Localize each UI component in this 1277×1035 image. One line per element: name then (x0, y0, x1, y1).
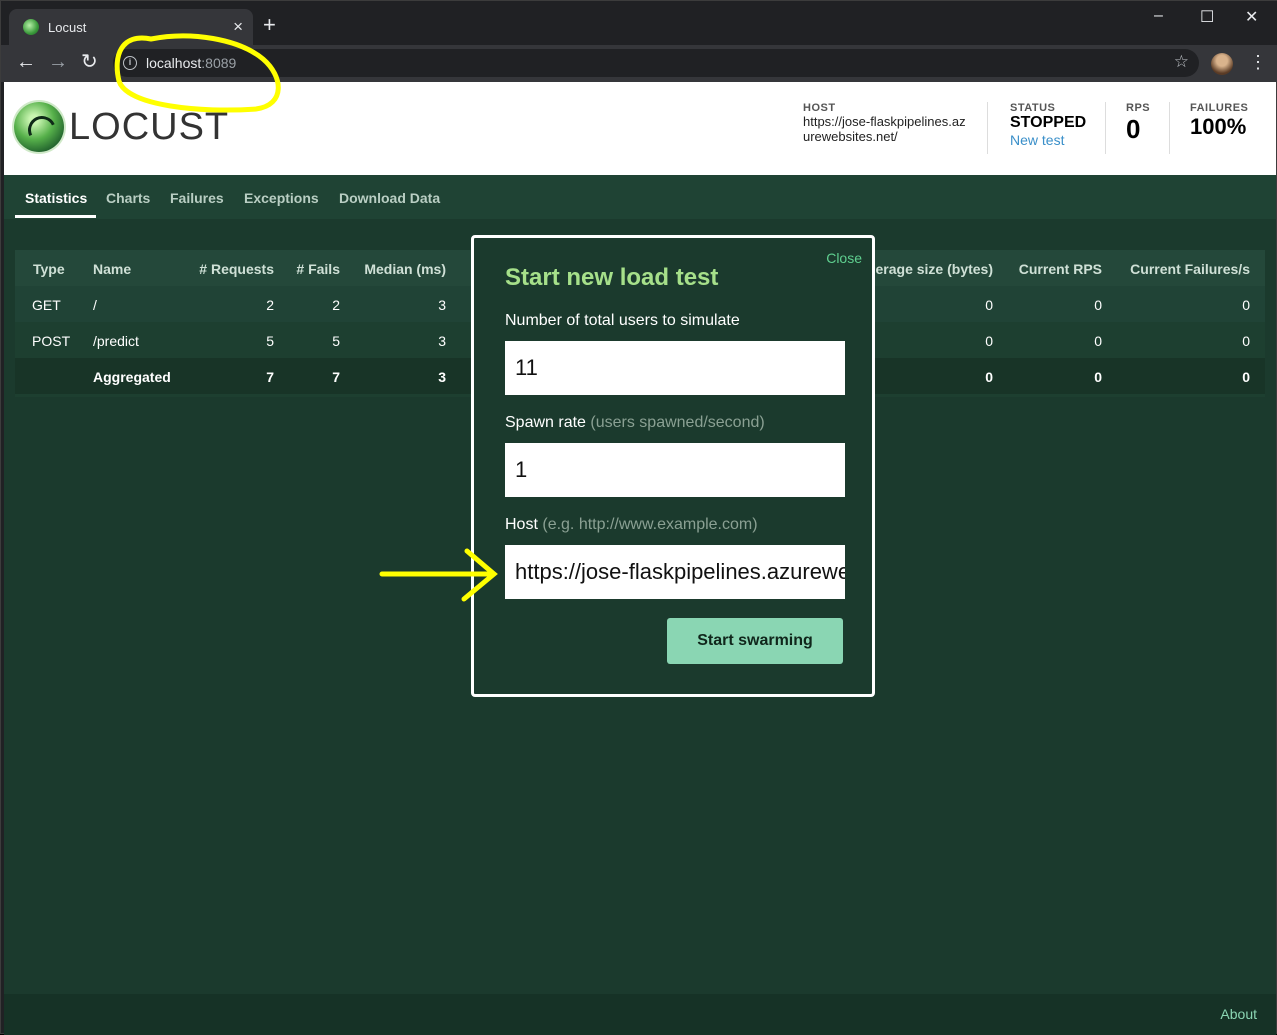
rps-label: RPS (1126, 102, 1151, 114)
rps-info: RPS 0 (1126, 102, 1150, 145)
host-label: HOST (803, 102, 836, 114)
cell-name: /predict (93, 333, 139, 349)
reload-icon[interactable]: ↻ (81, 51, 98, 73)
profile-avatar[interactable] (1211, 53, 1233, 75)
cell-fails: 5 (332, 333, 340, 349)
start-test-modal: Close Start new load test Number of tota… (471, 235, 875, 697)
failures-value: 100% (1190, 114, 1247, 139)
cell-rps: 0 (1094, 369, 1102, 385)
logo-text: LOCUST (69, 106, 230, 148)
close-modal-link[interactable]: Close (826, 250, 862, 266)
cell-avg-size: 0 (985, 297, 993, 313)
cell-type: GET (32, 297, 61, 313)
main-nav: Statistics Charts Failures Exceptions Do… (4, 175, 1276, 219)
cell-requests: 7 (266, 369, 274, 385)
cell-avg-size: 0 (985, 369, 993, 385)
spawn-rate-label: Spawn rate (users spawned/second) (505, 414, 765, 431)
spawn-rate-input[interactable]: 1 (505, 443, 845, 497)
browser-menu-icon[interactable]: ⋮ (1249, 52, 1267, 73)
users-input[interactable]: 11 (505, 341, 845, 395)
host-hint: (e.g. http://www.example.com) (542, 516, 758, 533)
browser-window: Locust × + – ☐ ✕ ← → ↻ i localhost:8089 … (0, 0, 1277, 1035)
col-current-rps[interactable]: Current RPS (1019, 261, 1102, 277)
browser-toolbar: ← → ↻ i localhost:8089 ☆ ⋮ (1, 45, 1277, 82)
site-info-icon[interactable]: i (123, 56, 137, 70)
cell-requests: 2 (266, 297, 274, 313)
spawn-rate-hint: (users spawned/second) (590, 414, 765, 431)
cell-median: 3 (438, 297, 446, 313)
bookmark-star-icon[interactable]: ☆ (1174, 52, 1189, 72)
rps-value: 0 (1126, 114, 1141, 144)
tab-download-data[interactable]: Download Data (339, 190, 440, 206)
cell-rps: 0 (1094, 333, 1102, 349)
page-footer: About (4, 994, 1276, 1035)
col-avg-size[interactable]: erage size (bytes) (876, 261, 994, 277)
address-bar[interactable]: i localhost:8089 ☆ (113, 49, 1199, 77)
minimize-icon[interactable]: – (1154, 7, 1163, 25)
app-header: LOCUST HOST https://jose-flaskpipelines.… (4, 82, 1276, 175)
col-requests[interactable]: # Requests (199, 261, 274, 277)
users-label: Number of total users to simulate (505, 312, 740, 329)
close-tab-icon[interactable]: × (233, 17, 243, 37)
header-divider (1169, 102, 1170, 154)
tab-exceptions[interactable]: Exceptions (244, 190, 319, 206)
col-median[interactable]: Median (ms) (364, 261, 446, 277)
failures-label: FAILURES (1190, 102, 1249, 114)
status-label: STATUS (1010, 102, 1056, 114)
cell-median: 3 (438, 369, 446, 385)
cell-median: 3 (438, 333, 446, 349)
tab-strip: Locust × + – ☐ ✕ (1, 1, 1277, 45)
back-icon[interactable]: ← (16, 51, 36, 73)
tab-title: Locust (48, 20, 87, 35)
cell-rps: 0 (1094, 297, 1102, 313)
tab-statistics[interactable]: Statistics (25, 190, 87, 206)
modal-title: Start new load test (505, 264, 719, 291)
active-tab-indicator (15, 215, 96, 218)
cell-failures-s: 0 (1242, 333, 1250, 349)
cell-requests: 5 (266, 333, 274, 349)
forward-icon[interactable]: → (48, 51, 68, 73)
about-link[interactable]: About (1220, 1006, 1257, 1022)
col-current-failures[interactable]: Current Failures/s (1130, 261, 1250, 277)
tab-failures[interactable]: Failures (170, 190, 224, 206)
cell-name: / (93, 297, 97, 313)
col-name[interactable]: Name (93, 261, 131, 277)
address-url[interactable]: localhost:8089 (146, 55, 236, 71)
maximize-icon[interactable]: ☐ (1200, 7, 1214, 27)
close-window-icon[interactable]: ✕ (1245, 7, 1258, 27)
cell-failures-s: 0 (1242, 369, 1250, 385)
host-input[interactable]: https://jose-flaskpipelines.azurewebsite… (505, 545, 845, 599)
status-value: STOPPED (1010, 114, 1087, 131)
cell-name: Aggregated (93, 369, 171, 385)
cell-fails: 7 (332, 369, 340, 385)
host-label: Host (e.g. http://www.example.com) (505, 516, 758, 533)
new-tab-button[interactable]: + (263, 14, 276, 36)
locust-logo-icon (14, 102, 64, 152)
cell-type: POST (32, 333, 71, 349)
tab-charts[interactable]: Charts (106, 190, 150, 206)
header-divider (987, 102, 988, 154)
col-fails[interactable]: # Fails (296, 261, 340, 277)
header-divider (1105, 102, 1106, 154)
browser-tab[interactable]: Locust × (9, 9, 253, 45)
start-swarming-button[interactable]: Start swarming (667, 618, 843, 664)
cell-fails: 2 (332, 297, 340, 313)
locust-favicon-icon (23, 19, 39, 35)
host-value: https://jose-flaskpipelines.azurewebsite… (803, 114, 966, 144)
failures-info: FAILURES 100% (1190, 102, 1248, 140)
new-test-link[interactable]: New test (1010, 132, 1086, 148)
status-info: STATUS STOPPED New test (1010, 102, 1086, 148)
cell-avg-size: 0 (985, 333, 993, 349)
host-info: HOST https://jose-flaskpipelines.azurewe… (803, 102, 968, 144)
col-type[interactable]: Type (33, 261, 65, 277)
cell-failures-s: 0 (1242, 297, 1250, 313)
